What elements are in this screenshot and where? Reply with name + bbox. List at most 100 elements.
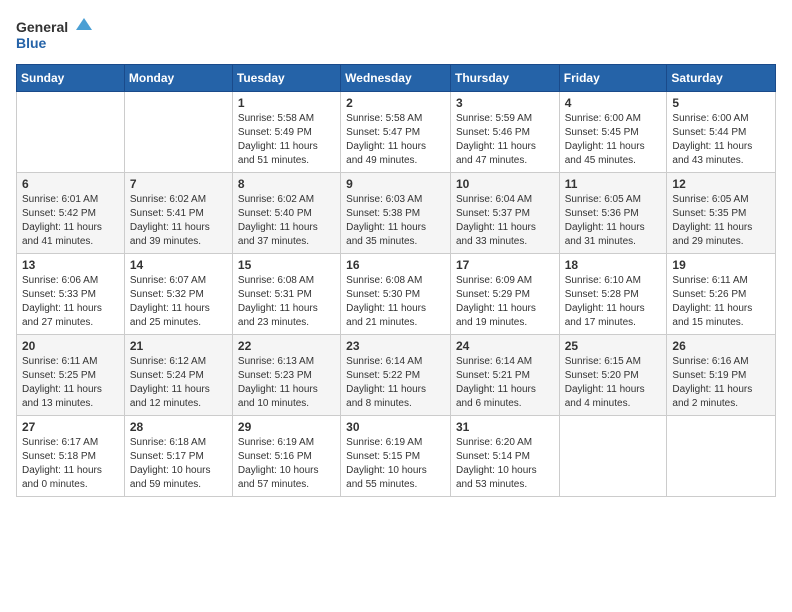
cell-info: Sunrise: 5:59 AM [456, 112, 554, 126]
calendar-week-5: 27Sunrise: 6:17 AMSunset: 5:18 PMDayligh… [17, 416, 776, 497]
svg-text:Blue: Blue [16, 35, 47, 51]
svg-text:General: General [16, 19, 68, 35]
cell-info: Sunrise: 6:19 AM [346, 436, 445, 450]
day-number: 23 [346, 339, 445, 353]
cell-info: Sunset: 5:24 PM [130, 369, 227, 383]
cell-info: Sunset: 5:42 PM [22, 207, 119, 221]
calendar-cell: 28Sunrise: 6:18 AMSunset: 5:17 PMDayligh… [124, 416, 232, 497]
calendar-week-4: 20Sunrise: 6:11 AMSunset: 5:25 PMDayligh… [17, 335, 776, 416]
calendar-cell: 3 Sunrise: 5:59 AMSunset: 5:46 PMDaylight… [450, 92, 559, 173]
cell-info: Daylight: 11 hours and 37 minutes. [238, 221, 335, 249]
header-day-tuesday: Tuesday [232, 65, 340, 92]
cell-info: Daylight: 11 hours and 27 minutes. [22, 302, 119, 330]
day-number: 12 [672, 177, 770, 191]
cell-info: Sunrise: 6:09 AM [456, 274, 554, 288]
cell-info: Sunset: 5:22 PM [346, 369, 445, 383]
cell-info: Daylight: 11 hours and 29 minutes. [672, 221, 770, 249]
day-number: 9 [346, 177, 445, 191]
cell-info: Sunset: 5:33 PM [22, 288, 119, 302]
calendar-cell: 8Sunrise: 6:02 AMSunset: 5:40 PMDaylight… [232, 173, 340, 254]
cell-info: Sunset: 5:49 PM [238, 126, 335, 140]
cell-info: Sunrise: 5:58 AM [238, 112, 335, 126]
cell-info: Sunrise: 6:18 AM [130, 436, 227, 450]
logo: General Blue [16, 16, 96, 56]
calendar-cell: 23Sunrise: 6:14 AMSunset: 5:22 PMDayligh… [341, 335, 451, 416]
calendar-week-3: 13Sunrise: 6:06 AMSunset: 5:33 PMDayligh… [17, 254, 776, 335]
cell-info: Sunset: 5:16 PM [238, 450, 335, 464]
cell-info: Sunset: 5:46 PM [456, 126, 554, 140]
calendar-cell [124, 92, 232, 173]
day-number: 25 [565, 339, 662, 353]
cell-info: Sunset: 5:41 PM [130, 207, 227, 221]
cell-info: Daylight: 11 hours and 35 minutes. [346, 221, 445, 249]
day-number: 24 [456, 339, 554, 353]
calendar-cell: 30Sunrise: 6:19 AMSunset: 5:15 PMDayligh… [341, 416, 451, 497]
cell-info: Sunrise: 6:11 AM [672, 274, 770, 288]
cell-info: Sunset: 5:37 PM [456, 207, 554, 221]
day-number: 19 [672, 258, 770, 272]
cell-info: Sunrise: 6:00 AM [672, 112, 770, 126]
calendar-cell: 22Sunrise: 6:13 AMSunset: 5:23 PMDayligh… [232, 335, 340, 416]
calendar-cell: 7Sunrise: 6:02 AMSunset: 5:41 PMDaylight… [124, 173, 232, 254]
cell-info: Sunset: 5:38 PM [346, 207, 445, 221]
cell-info: Sunset: 5:14 PM [456, 450, 554, 464]
day-number: 31 [456, 420, 554, 434]
day-number: 21 [130, 339, 227, 353]
cell-info: Sunrise: 6:10 AM [565, 274, 662, 288]
calendar-cell: 16Sunrise: 6:08 AMSunset: 5:30 PMDayligh… [341, 254, 451, 335]
logo-svg: General Blue [16, 16, 96, 56]
header-day-friday: Friday [559, 65, 667, 92]
cell-info: Sunset: 5:44 PM [672, 126, 770, 140]
calendar-cell: 11Sunrise: 6:05 AMSunset: 5:36 PMDayligh… [559, 173, 667, 254]
header-day-thursday: Thursday [450, 65, 559, 92]
cell-info: Sunset: 5:17 PM [130, 450, 227, 464]
day-number: 6 [22, 177, 119, 191]
cell-info: Daylight: 11 hours and 6 minutes. [456, 383, 554, 411]
day-number: 7 [130, 177, 227, 191]
day-number: 29 [238, 420, 335, 434]
calendar-cell [559, 416, 667, 497]
cell-info: Daylight: 11 hours and 19 minutes. [456, 302, 554, 330]
header-day-sunday: Sunday [17, 65, 125, 92]
cell-info: Sunrise: 6:16 AM [672, 355, 770, 369]
cell-info: Sunrise: 6:14 AM [346, 355, 445, 369]
cell-info: Daylight: 11 hours and 15 minutes. [672, 302, 770, 330]
calendar-cell: 19Sunrise: 6:11 AMSunset: 5:26 PMDayligh… [667, 254, 776, 335]
cell-info: Sunset: 5:28 PM [565, 288, 662, 302]
cell-info: Daylight: 10 hours and 53 minutes. [456, 464, 554, 492]
cell-info: Daylight: 11 hours and 2 minutes. [672, 383, 770, 411]
cell-info: Daylight: 11 hours and 13 minutes. [22, 383, 119, 411]
cell-info: Sunset: 5:23 PM [238, 369, 335, 383]
cell-info: Daylight: 11 hours and 47 minutes. [456, 140, 554, 168]
cell-info: Sunset: 5:36 PM [565, 207, 662, 221]
cell-info: Daylight: 11 hours and 10 minutes. [238, 383, 335, 411]
cell-info: Sunrise: 6:13 AM [238, 355, 335, 369]
cell-info: Sunset: 5:20 PM [565, 369, 662, 383]
cell-info: Sunrise: 6:11 AM [22, 355, 119, 369]
day-number: 20 [22, 339, 119, 353]
calendar-cell [667, 416, 776, 497]
day-number: 14 [130, 258, 227, 272]
calendar-week-2: 6Sunrise: 6:01 AMSunset: 5:42 PMDaylight… [17, 173, 776, 254]
calendar-cell: 2Sunrise: 5:58 AMSunset: 5:47 PMDaylight… [341, 92, 451, 173]
cell-info: Sunrise: 6:08 AM [238, 274, 335, 288]
calendar-cell: 25Sunrise: 6:15 AMSunset: 5:20 PMDayligh… [559, 335, 667, 416]
cell-info: Sunset: 5:40 PM [238, 207, 335, 221]
cell-info: Sunrise: 6:05 AM [565, 193, 662, 207]
day-number: 27 [22, 420, 119, 434]
cell-info: Sunset: 5:32 PM [130, 288, 227, 302]
calendar-cell: 1Sunrise: 5:58 AMSunset: 5:49 PMDaylight… [232, 92, 340, 173]
cell-info: Sunrise: 6:05 AM [672, 193, 770, 207]
calendar-cell: 4Sunrise: 6:00 AMSunset: 5:45 PMDaylight… [559, 92, 667, 173]
calendar-cell: 5Sunrise: 6:00 AMSunset: 5:44 PMDaylight… [667, 92, 776, 173]
cell-info: Sunset: 5:47 PM [346, 126, 445, 140]
cell-info: Sunrise: 6:08 AM [346, 274, 445, 288]
cell-info: Sunset: 5:21 PM [456, 369, 554, 383]
day-number: 2 [346, 96, 445, 110]
day-number: 26 [672, 339, 770, 353]
cell-info: Daylight: 10 hours and 59 minutes. [130, 464, 227, 492]
day-number: 3 [456, 96, 554, 110]
cell-info: Sunset: 5:18 PM [22, 450, 119, 464]
cell-info: Daylight: 11 hours and 25 minutes. [130, 302, 227, 330]
cell-info: Daylight: 11 hours and 17 minutes. [565, 302, 662, 330]
